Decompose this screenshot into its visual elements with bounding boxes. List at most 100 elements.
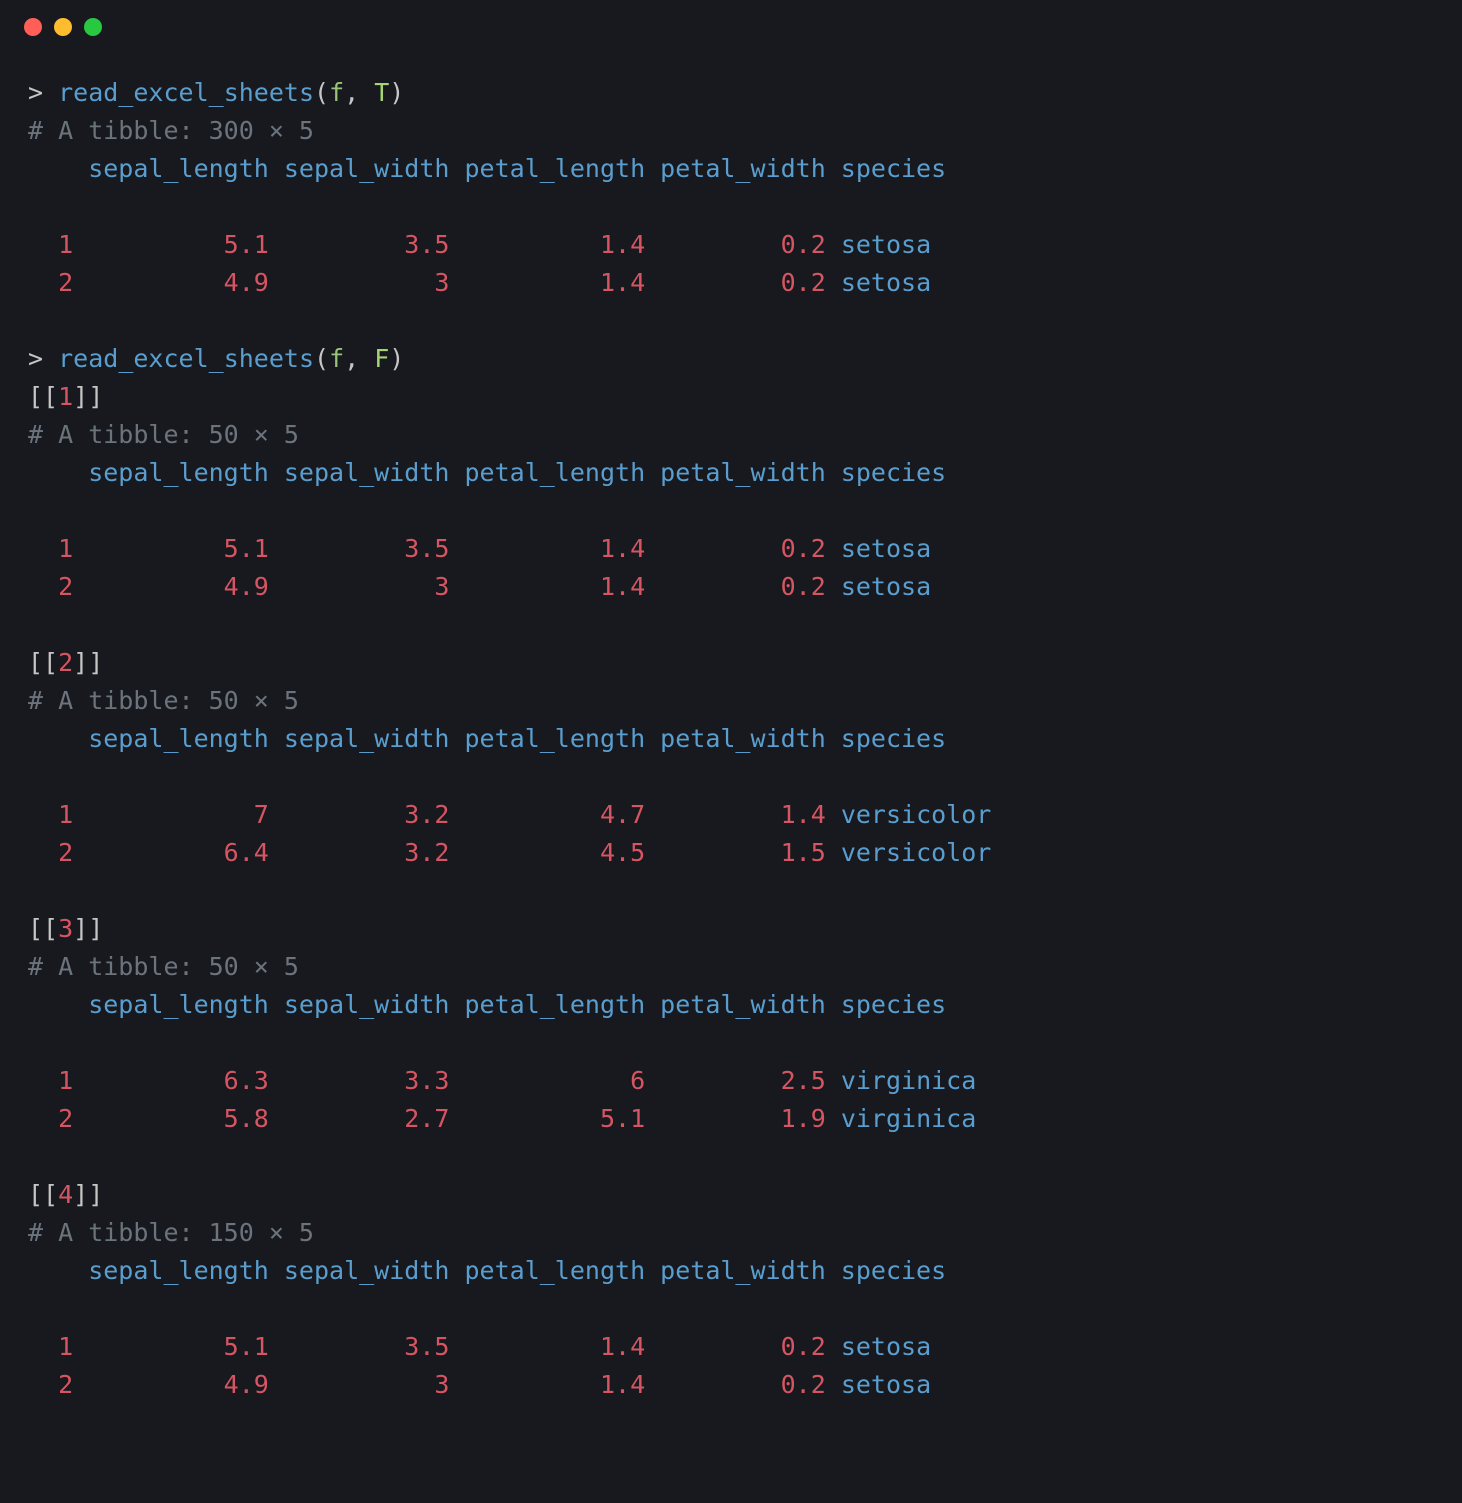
cell: 0.2 (645, 230, 826, 259)
column-type (73, 762, 193, 791)
row-number: 2 (28, 572, 73, 601)
list-bracket-close: ]] (73, 648, 103, 677)
column-header: species (826, 154, 946, 183)
paren-open: ( (314, 344, 329, 373)
cell: 0.2 (645, 1370, 826, 1399)
cell: 0.2 (645, 572, 826, 601)
column-header: species (826, 990, 946, 1019)
column-header: sepal_length (73, 724, 269, 753)
column-header: petal_length (449, 154, 645, 183)
cell: 3.5 (269, 1332, 450, 1361)
column-header: species (826, 458, 946, 487)
list-bracket-open: [[ (28, 382, 58, 411)
column-type (419, 762, 524, 791)
column-header: sepal_width (269, 990, 450, 1019)
tibble-dim: # A tibble: 150 × 5 (28, 1218, 314, 1247)
function-name: read_excel_sheets (58, 344, 314, 373)
cell: virginica (841, 1104, 976, 1133)
cell: virginica (841, 1066, 976, 1095)
column-header: petal_width (645, 990, 826, 1019)
arg: f (329, 78, 344, 107)
cell: 3.2 (269, 800, 450, 829)
column-header: petal_width (645, 724, 826, 753)
prompt: > (28, 344, 43, 373)
column-type (525, 762, 540, 791)
column-header: sepal_length (73, 990, 269, 1019)
cell: 0.2 (645, 268, 826, 297)
cell: 3.5 (269, 534, 450, 563)
cell: setosa (841, 1332, 931, 1361)
arg: F (374, 344, 389, 373)
row-number: 2 (28, 1370, 73, 1399)
paren-open: ( (314, 78, 329, 107)
cell: 6 (449, 1066, 645, 1095)
column-type (525, 1028, 540, 1057)
column-header: sepal_length (73, 1256, 269, 1285)
cell: 0.2 (645, 534, 826, 563)
comma: , (344, 344, 374, 373)
cell: setosa (841, 230, 931, 259)
zoom-icon[interactable] (84, 18, 102, 36)
cell: 4.7 (449, 800, 645, 829)
cell: versicolor (841, 838, 992, 867)
list-index: 4 (58, 1180, 73, 1209)
cell: 2.7 (269, 1104, 450, 1133)
column-type (419, 496, 524, 525)
column-header: petal_length (449, 1256, 645, 1285)
tibble-dim: # A tibble: 300 × 5 (28, 116, 314, 145)
column-type (194, 1028, 299, 1057)
cell: 3.2 (269, 838, 450, 867)
column-type (299, 1028, 419, 1057)
list-index: 1 (58, 382, 73, 411)
list-bracket-close: ]] (73, 1180, 103, 1209)
column-type (419, 192, 524, 221)
cell: setosa (841, 268, 931, 297)
cell: 5.1 (449, 1104, 645, 1133)
column-header: species (826, 724, 946, 753)
row-number: 2 (28, 1104, 73, 1133)
minimize-icon[interactable] (54, 18, 72, 36)
row-number: 2 (28, 268, 73, 297)
row-number: 1 (28, 1066, 73, 1095)
cell: 3 (269, 1370, 450, 1399)
column-header: sepal_width (269, 1256, 450, 1285)
column-type (299, 1294, 419, 1323)
column-type (525, 496, 540, 525)
column-header: petal_length (449, 458, 645, 487)
cell: 1.4 (449, 1332, 645, 1361)
close-icon[interactable] (24, 18, 42, 36)
column-type (194, 762, 299, 791)
arg: f (329, 344, 344, 373)
tibble-dim: # A tibble: 50 × 5 (28, 686, 299, 715)
cell: 6.4 (73, 838, 269, 867)
terminal-output: > read_excel_sheets(f, T) # A tibble: 30… (0, 54, 1462, 1444)
column-header: petal_width (645, 1256, 826, 1285)
column-header: petal_width (645, 458, 826, 487)
row-number: 2 (28, 838, 73, 867)
cell: 3 (269, 572, 450, 601)
column-type (419, 1028, 524, 1057)
row-number: 1 (28, 230, 73, 259)
cell: setosa (841, 1370, 931, 1399)
column-type (73, 192, 193, 221)
column-type (525, 192, 540, 221)
column-header: petal_length (449, 990, 645, 1019)
tibble-dim: # A tibble: 50 × 5 (28, 420, 299, 449)
cell: 4.9 (73, 268, 269, 297)
cell: 3.5 (269, 230, 450, 259)
cell: 1.4 (449, 572, 645, 601)
column-type (73, 496, 193, 525)
function-name: read_excel_sheets (58, 78, 314, 107)
column-type (299, 496, 419, 525)
cell: 4.9 (73, 572, 269, 601)
cell: 5.1 (73, 1332, 269, 1361)
list-bracket-open: [[ (28, 648, 58, 677)
row-number: 1 (28, 534, 73, 563)
cell: 1.4 (449, 1370, 645, 1399)
cell: setosa (841, 572, 931, 601)
cell: versicolor (841, 800, 992, 829)
cell: 1.4 (449, 534, 645, 563)
column-type (194, 496, 299, 525)
cell: 1.4 (645, 800, 826, 829)
list-index: 3 (58, 914, 73, 943)
